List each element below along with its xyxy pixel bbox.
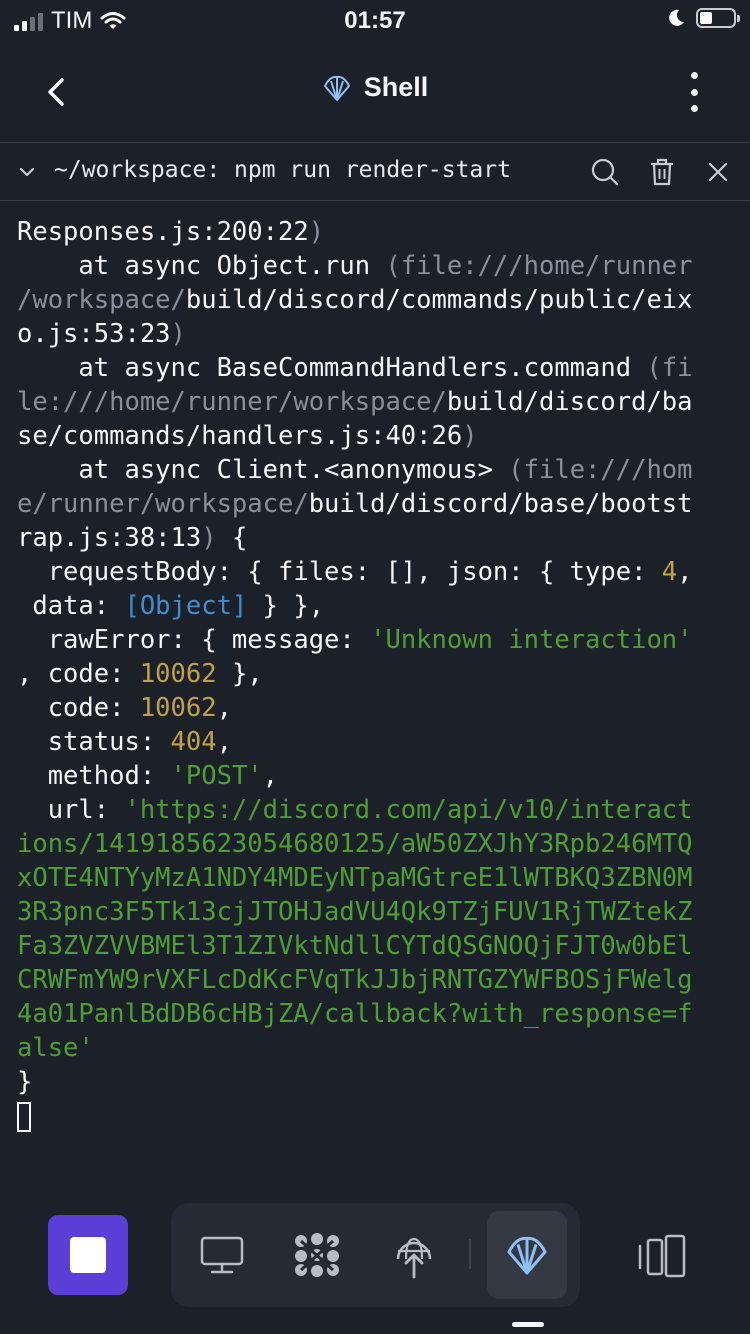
battery-icon bbox=[696, 8, 740, 28]
search-icon[interactable] bbox=[590, 157, 620, 187]
packages-icon bbox=[295, 1233, 339, 1277]
tab-shell[interactable] bbox=[487, 1211, 567, 1299]
panels-icon[interactable] bbox=[626, 1226, 696, 1286]
home-indicator bbox=[512, 1322, 544, 1327]
title-group: Shell bbox=[0, 72, 750, 103]
shell-icon bbox=[323, 75, 350, 101]
tab-deploy[interactable] bbox=[374, 1211, 454, 1299]
tab-webview[interactable] bbox=[182, 1211, 262, 1299]
stop-icon bbox=[70, 1237, 106, 1273]
terminal-output[interactable]: Responses.js:200:22) at async Object.run… bbox=[17, 215, 737, 1133]
moon-icon bbox=[669, 9, 684, 26]
tool-dock bbox=[171, 1203, 580, 1307]
tab-packages[interactable] bbox=[277, 1211, 357, 1299]
trash-icon[interactable] bbox=[647, 157, 677, 187]
close-icon[interactable] bbox=[703, 157, 733, 187]
deploy-globe-icon bbox=[396, 1237, 432, 1279]
terminal-cursor bbox=[17, 1102, 31, 1132]
nav-header: Shell bbox=[0, 42, 750, 143]
stop-button[interactable] bbox=[48, 1215, 128, 1295]
status-right-group bbox=[666, 8, 740, 28]
monitor-icon bbox=[200, 1236, 244, 1274]
chevron-down-icon[interactable] bbox=[16, 161, 38, 183]
clock: 01:57 bbox=[344, 7, 406, 34]
page-title: Shell bbox=[363, 72, 429, 102]
command-text: ~/workspace: npm run render-start bbox=[54, 157, 511, 183]
more-menu-icon[interactable] bbox=[682, 70, 706, 114]
status-bar: TIM 01:57 bbox=[0, 0, 750, 42]
dock-separator bbox=[469, 1239, 471, 1269]
shell-icon bbox=[507, 1236, 547, 1275]
command-bar: ~/workspace: npm run render-start bbox=[0, 143, 750, 201]
